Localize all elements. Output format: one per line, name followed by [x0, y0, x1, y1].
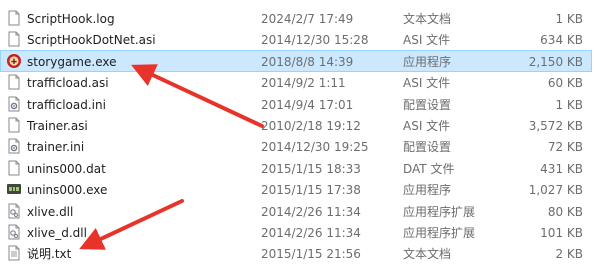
file-size: 80 KB	[547, 204, 583, 219]
file-name: xlive_d.dll	[27, 226, 87, 240]
file-name: unins000.dat	[27, 161, 106, 176]
document-icon	[6, 160, 22, 176]
file-size: 3,572 KB	[528, 119, 583, 133]
file-type: 应用程序	[403, 183, 452, 198]
file-date: 2015/1/15 18:33	[261, 161, 361, 176]
file-size: 1,027 KB	[528, 183, 583, 198]
file-type: ASI 文件	[403, 76, 451, 91]
file-size: 72 KB	[547, 140, 583, 155]
file-date: 2010/2/18 19:12	[261, 119, 361, 133]
file-name: unins000.exe	[27, 183, 108, 198]
file-date: 2014/12/30 19:25	[261, 140, 369, 155]
dll-file-icon	[6, 203, 22, 219]
file-row[interactable]: unins000.exe 2015/1/15 17:38 应用程序 1,027 KB	[0, 178, 592, 200]
text-file-icon	[6, 245, 22, 261]
file-row[interactable]: Trainer.asi 2010/2/18 19:12 ASI 文件 3,572 KB	[0, 114, 592, 136]
file-type: 文本文档	[403, 12, 452, 26]
file-size: 431 KB	[540, 161, 583, 176]
document-icon	[6, 117, 22, 133]
document-icon	[6, 74, 22, 90]
file-size: 1 KB	[555, 97, 583, 112]
file-name: trafficload.asi	[27, 76, 109, 91]
file-type: ASI 文件	[403, 119, 451, 133]
file-type: 文本文档	[403, 247, 452, 262]
file-name: xlive.dll	[27, 204, 74, 219]
file-date: 2014/12/30 15:28	[261, 33, 369, 48]
file-type: ASI 文件	[403, 33, 451, 48]
file-name: trainer.ini	[27, 140, 85, 155]
settings-file-icon	[6, 96, 22, 112]
file-name: Trainer.asi	[27, 119, 88, 133]
file-date: 2014/9/2 1:11	[261, 76, 346, 91]
file-row[interactable]: unins000.dat 2015/1/15 18:33 DAT 文件 431 KB	[0, 157, 592, 179]
file-row[interactable]: xlive.dll 2014/2/26 11:34 应用程序扩展 80 KB	[0, 200, 592, 222]
file-size: 634 KB	[540, 33, 583, 48]
gta-app-icon	[6, 181, 22, 197]
file-row[interactable]: 说明.txt 2015/1/15 21:56 文本文档 2 KB	[0, 242, 592, 264]
file-row[interactable]: storygame.exe 2018/8/8 14:39 应用程序 2,150 KB	[0, 49, 592, 72]
document-icon	[6, 10, 22, 26]
file-date: 2014/2/26 11:34	[261, 204, 361, 219]
file-name: storygame.exe	[27, 54, 117, 69]
file-type: 应用程序扩展	[403, 204, 476, 219]
file-name: ScriptHookDotNet.asi	[27, 33, 156, 48]
dll-file-icon	[6, 224, 22, 240]
file-date: 2014/9/4 17:01	[261, 97, 354, 112]
file-row[interactable]: trafficload.asi 2014/9/2 1:11 ASI 文件 60 KB	[0, 71, 592, 93]
file-size: 101 KB	[540, 226, 583, 240]
file-type: DAT 文件	[403, 161, 455, 176]
file-name: trafficload.ini	[27, 97, 106, 112]
file-type: 配置设置	[403, 140, 452, 155]
file-size: 60 KB	[547, 76, 583, 91]
document-icon	[6, 31, 22, 47]
file-row[interactable]: ScriptHook.log 2024/2/7 17:49 文本文档 1 KB	[0, 7, 592, 29]
file-row[interactable]: trafficload.ini 2014/9/4 17:01 配置设置 1 KB	[0, 93, 592, 115]
file-date: 2015/1/15 21:56	[261, 247, 361, 262]
file-date: 2024/2/7 17:49	[261, 12, 354, 26]
file-name: ScriptHook.log	[27, 12, 115, 26]
file-date: 2018/8/8 14:39	[261, 54, 354, 69]
file-date: 2014/2/26 11:34	[261, 226, 361, 240]
file-type: 应用程序	[403, 54, 452, 69]
settings-file-icon	[6, 138, 22, 154]
file-date: 2015/1/15 17:38	[261, 183, 361, 198]
app-red-icon	[6, 53, 22, 69]
file-size: 2,150 KB	[528, 54, 583, 69]
file-row[interactable]: ScriptHookDotNet.asi 2014/12/30 15:28 ASI …	[0, 28, 592, 50]
file-size: 2 KB	[555, 247, 583, 262]
file-type: 应用程序扩展	[403, 226, 476, 240]
file-row[interactable]: xlive_d.dll 2014/2/26 11:34 应用程序扩展 101 KB	[0, 221, 592, 243]
file-size: 1 KB	[555, 12, 583, 26]
file-name: 说明.txt	[27, 247, 72, 262]
file-type: 配置设置	[403, 97, 452, 112]
file-row[interactable]: trainer.ini 2014/12/30 19:25 配置设置 72 KB	[0, 135, 592, 157]
